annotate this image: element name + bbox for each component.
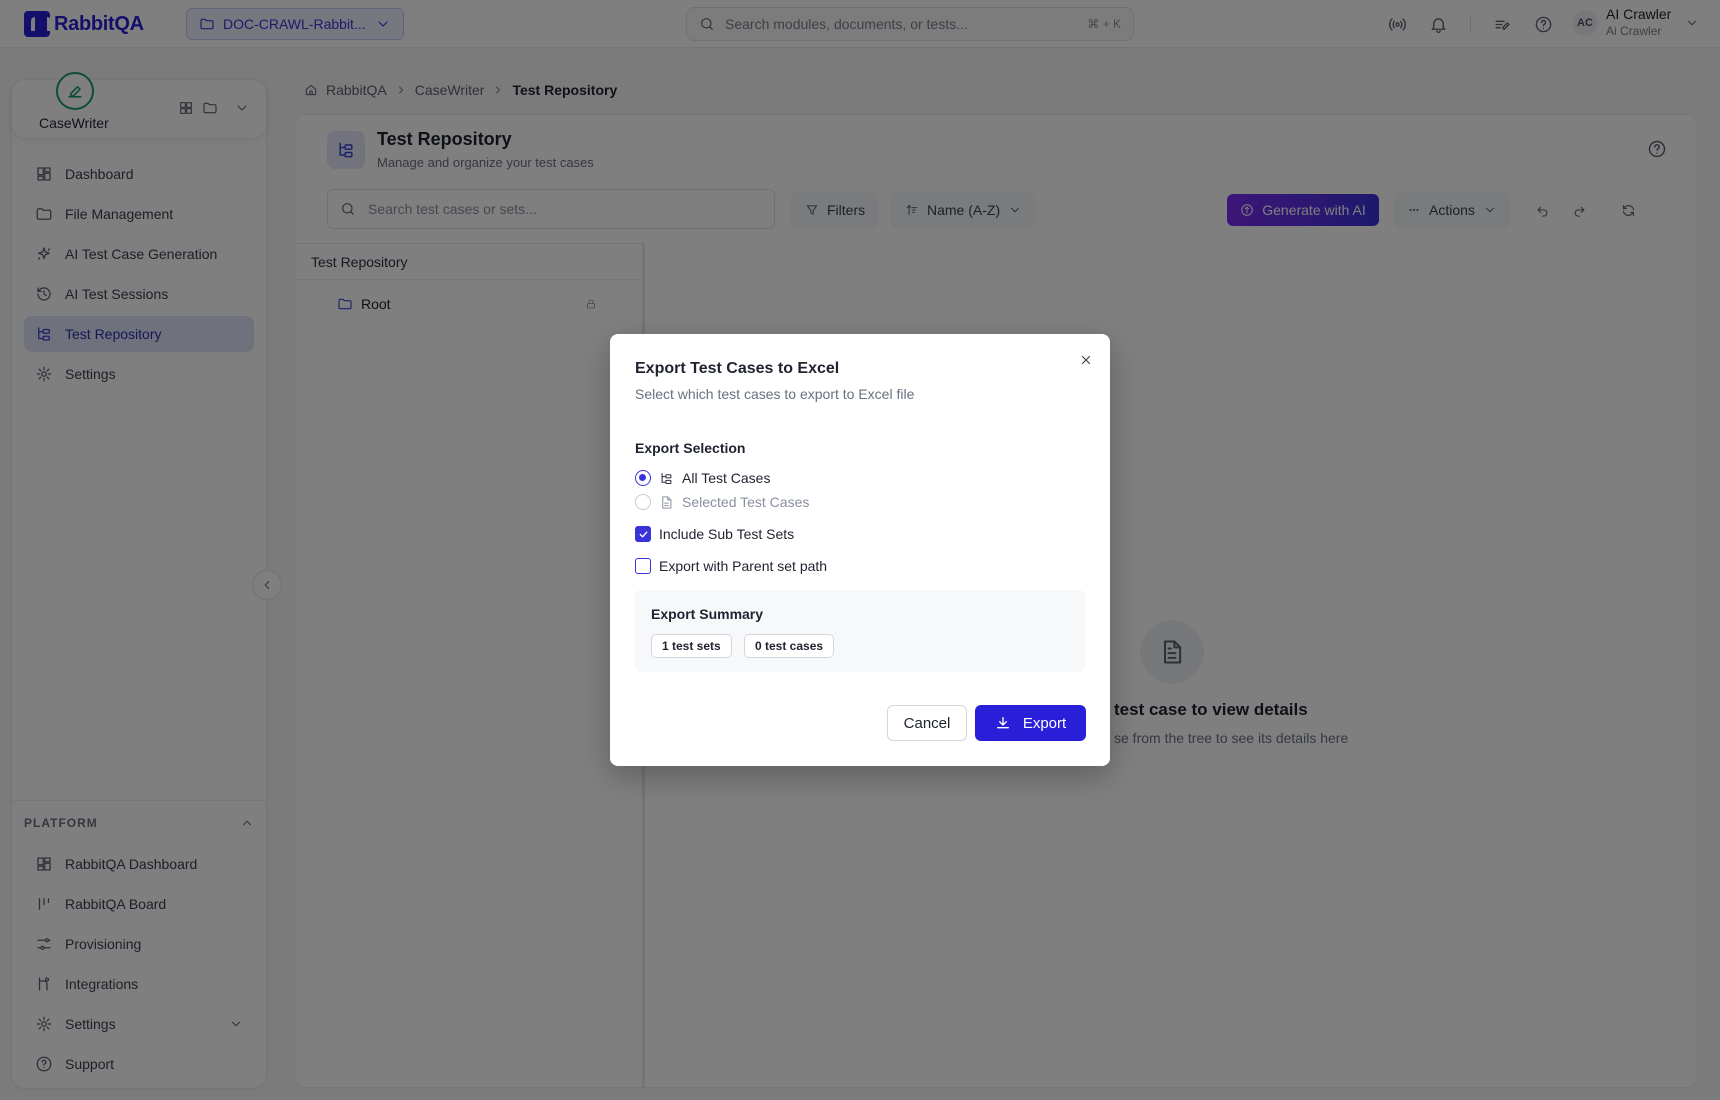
modal-title: Export Test Cases to Excel [635,360,840,377]
export-selection-label: Export Selection [635,440,746,456]
checkbox-label: Include Sub Test Sets [659,526,795,542]
include-sub-test-sets[interactable]: Include Sub Test Sets [635,526,794,542]
parent-path-checkbox[interactable] [635,558,651,574]
include-sub-checkbox[interactable] [635,526,651,542]
check-icon [639,531,647,537]
option-selected-test-cases[interactable]: Selected Test Cases [635,494,809,510]
summary-cases-badge: 0 test cases [744,634,835,658]
tree-icon [661,472,672,484]
cancel-button[interactable]: Cancel [887,705,967,741]
export-button[interactable]: Export [975,705,1086,741]
summary-title: Export Summary [651,606,764,622]
modal-subtitle: Select which test cases to export to Exc… [635,386,915,402]
export-label: Export [1022,714,1067,732]
close-icon [1081,355,1091,365]
option-label: Selected Test Cases [682,494,810,510]
download-icon [996,717,1009,729]
radio-all-test-cases[interactable] [635,470,651,486]
export-summary: Export Summary 1 test sets 0 test cases [635,590,1085,672]
option-label: All Test Cases [682,470,771,486]
radio-selected-test-cases[interactable] [635,494,651,510]
close-button[interactable] [1076,350,1096,370]
option-all-test-cases[interactable]: All Test Cases [635,470,770,486]
checkbox-label: Export with Parent set path [659,558,828,574]
summary-sets-badge: 1 test sets [651,634,732,658]
export-modal: Export Test Cases to Excel Select which … [610,334,1110,766]
export-with-parent-path[interactable]: Export with Parent set path [635,558,827,574]
document-icon [662,495,672,509]
